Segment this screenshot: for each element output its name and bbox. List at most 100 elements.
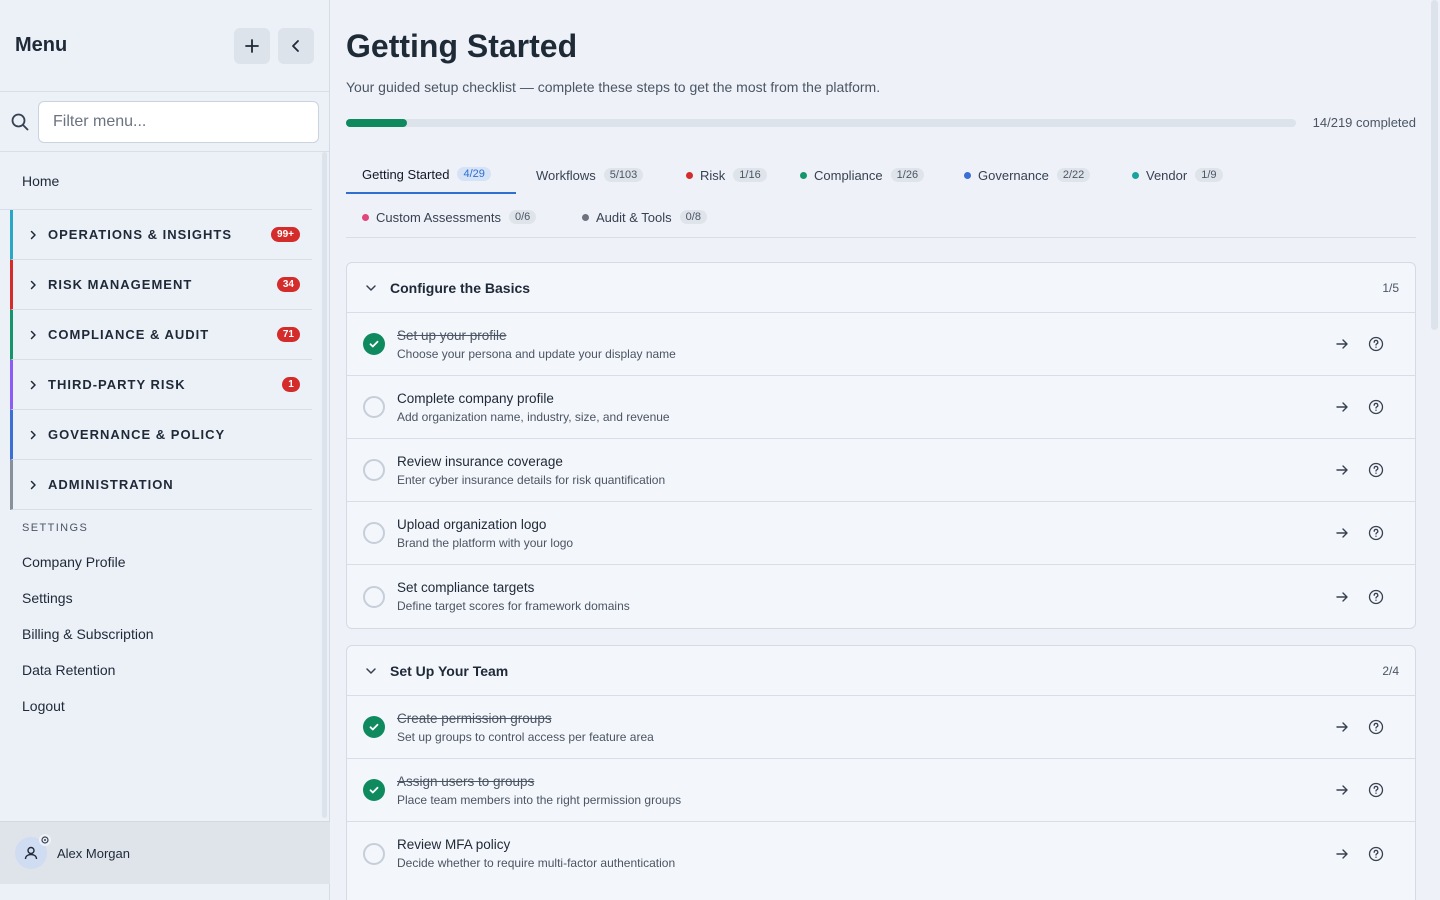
arrow-right-icon[interactable]	[1325, 526, 1359, 540]
status-dot	[964, 171, 971, 179]
status-dot	[800, 171, 807, 179]
tab-label: Compliance	[814, 167, 883, 183]
item-title: Complete company profile	[397, 390, 554, 406]
checklist-item[interactable]: Review insurance coverage Enter cyber ins…	[347, 439, 1415, 502]
collapse-sidebar-button[interactable]	[278, 27, 314, 64]
tab-label: Risk	[700, 167, 726, 183]
empty-circle-icon[interactable]	[363, 842, 385, 865]
checklist-item[interactable]: Upload organization logo Brand the platfo…	[347, 502, 1415, 565]
tab-risk[interactable]: Risk 1/16	[686, 156, 767, 194]
help-circle-icon[interactable]	[1359, 589, 1393, 605]
sidebar-section-governance-policy[interactable]: GOVERNANCE & POLICY	[10, 410, 312, 460]
help-circle-icon[interactable]	[1359, 462, 1393, 478]
filter-menu-input[interactable]	[38, 100, 319, 143]
sidebar: Menu Home OPERATIONS & INSIGHTS 99+ RISK M…	[0, 0, 330, 900]
sidebar-link-company-profile[interactable]: Company Profile	[0, 544, 320, 580]
arrow-right-icon[interactable]	[1325, 720, 1359, 734]
sidebar-title: Menu	[15, 34, 68, 56]
empty-circle-icon[interactable]	[363, 459, 385, 481]
tab-label: Vendor	[1146, 167, 1188, 183]
check-circle-icon[interactable]	[363, 716, 385, 738]
item-title: Create permission groups	[397, 710, 552, 726]
sidebar-section-compliance-audit[interactable]: COMPLIANCE & AUDIT 71	[10, 310, 312, 360]
category-tabs: Getting Started 4/29 Workflows 5/103 Risk 1/1…	[346, 156, 1416, 238]
sidebar-section-third-party-risk[interactable]: THIRD-PARTY RISK 1	[10, 360, 312, 410]
chevron-right-icon	[28, 280, 48, 290]
count-badge: 34	[276, 277, 300, 292]
item-title: Review MFA policy	[397, 837, 511, 852]
sidebar-section-label: COMPLIANCE & AUDIT	[48, 327, 210, 342]
chevron-right-icon	[28, 380, 48, 390]
chevron-right-icon	[28, 230, 48, 240]
help-circle-icon[interactable]	[1359, 399, 1393, 415]
user-profile[interactable]: Alex Morgan	[0, 821, 330, 884]
empty-circle-icon[interactable]	[363, 396, 385, 418]
user-name: Alex Morgan	[57, 845, 130, 861]
checklist-item[interactable]: Complete company profile Add organization…	[347, 376, 1415, 439]
checklist-item[interactable]: Set up your profile Choose your persona a…	[347, 313, 1415, 376]
page-subtitle: Your guided setup checklist — complete t…	[346, 79, 881, 95]
chevron-right-icon	[28, 430, 48, 440]
item-text: Complete company profile Add organization…	[397, 391, 1325, 424]
sidebar-scrollbar[interactable]	[322, 152, 327, 818]
check-circle-icon[interactable]	[363, 779, 385, 801]
sidebar-search	[0, 92, 329, 152]
item-title: Set compliance targets	[397, 580, 535, 595]
tab-label: Workflows	[536, 167, 596, 183]
arrow-right-icon[interactable]	[1325, 400, 1359, 414]
arrow-right-icon[interactable]	[1325, 463, 1359, 477]
help-circle-icon[interactable]	[1359, 719, 1393, 735]
checklist-item[interactable]: Review MFA policy Decide whether to requi…	[347, 822, 1415, 885]
plus-icon	[245, 38, 259, 53]
tab-label: Custom Assessments	[376, 209, 501, 225]
help-circle-icon[interactable]	[1359, 525, 1393, 541]
tab-vendor[interactable]: Vendor 1/9	[1132, 156, 1223, 194]
tab-compliance[interactable]: Compliance 1/26	[800, 156, 925, 194]
group-title: Configure the Basics	[390, 279, 531, 296]
sidebar-item-home[interactable]: Home	[0, 152, 312, 210]
item-text: Create permission groups Set up groups to…	[397, 711, 1325, 744]
checklist-item[interactable]: Create permission groups Set up groups to…	[347, 696, 1415, 759]
tab-workflows[interactable]: Workflows 5/103	[536, 156, 644, 194]
sidebar-link-logout[interactable]: Logout	[0, 688, 320, 724]
tab-getting-started[interactable]: Getting Started 4/29	[346, 156, 516, 194]
sidebar-section-label: THIRD-PARTY RISK	[48, 377, 186, 392]
sidebar-link-data-retention[interactable]: Data Retention	[0, 652, 320, 688]
tab-governance[interactable]: Governance 2/22	[964, 156, 1091, 194]
chevron-left-icon	[292, 39, 299, 52]
sidebar-section-administration[interactable]: ADMINISTRATION	[10, 460, 312, 510]
arrow-right-icon[interactable]	[1325, 337, 1359, 351]
item-text: Review insurance coverage Enter cyber ins…	[397, 454, 1325, 487]
status-dot	[686, 171, 693, 179]
checklist-item[interactable]: Set compliance targets Define target scor…	[347, 565, 1415, 628]
user-icon	[24, 846, 38, 860]
status-dot	[1132, 171, 1139, 179]
sidebar-section-risk-management[interactable]: RISK MANAGEMENT 34	[10, 260, 312, 310]
tab-custom-assessments[interactable]: Custom Assessments 0/6	[362, 198, 537, 236]
help-circle-icon[interactable]	[1359, 336, 1393, 352]
help-circle-icon[interactable]	[1359, 846, 1393, 862]
help-circle-icon[interactable]	[1359, 782, 1393, 798]
empty-circle-icon[interactable]	[363, 522, 385, 544]
tab-count: 5/103	[603, 168, 644, 182]
add-button[interactable]	[234, 27, 270, 64]
sidebar-link-settings[interactable]: Settings	[0, 580, 320, 616]
page-scrollbar[interactable]	[1431, 0, 1438, 330]
empty-circle-icon[interactable]	[363, 585, 385, 608]
tab-count: 2/22	[1056, 168, 1091, 182]
count-badge: 71	[276, 327, 300, 342]
group-header[interactable]: Set Up Your Team 2/4	[347, 646, 1415, 696]
check-circle-icon[interactable]	[363, 333, 385, 355]
item-text: Upload organization logo Brand the platfo…	[397, 517, 1325, 550]
page-title: Getting Started	[346, 28, 578, 64]
group-count: 1/5	[1382, 280, 1399, 295]
arrow-right-icon[interactable]	[1325, 847, 1359, 861]
arrow-right-icon[interactable]	[1325, 590, 1359, 604]
tab-audit-tools[interactable]: Audit & Tools 0/8	[582, 198, 707, 236]
sidebar-section-operations-insights[interactable]: OPERATIONS & INSIGHTS 99+	[10, 210, 312, 260]
sidebar-link-billing-subscription[interactable]: Billing & Subscription	[0, 616, 320, 652]
count-badge: 99+	[271, 227, 300, 242]
checklist-item[interactable]: Assign users to groups Place team members…	[347, 759, 1415, 822]
group-header[interactable]: Configure the Basics 1/5	[347, 263, 1415, 313]
arrow-right-icon[interactable]	[1325, 783, 1359, 797]
